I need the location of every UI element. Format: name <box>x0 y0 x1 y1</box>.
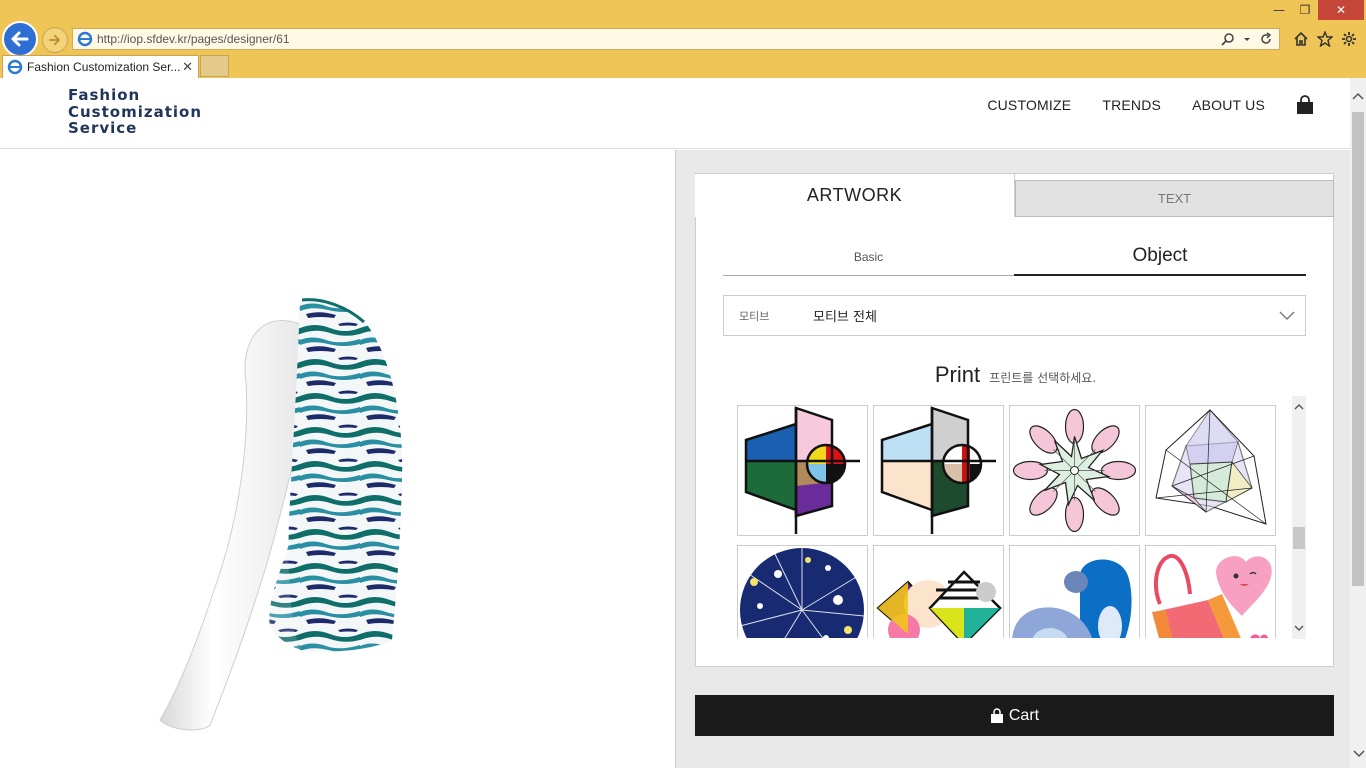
page-scroll-up-icon[interactable] <box>1352 92 1364 100</box>
print-thumbnail-6[interactable] <box>873 545 1004 638</box>
ie-favicon-icon <box>77 31 93 47</box>
designer-side-panel: ARTWORK TEXT Basic Object 모티브 모티브 전체 Pri… <box>675 150 1350 768</box>
print-thumbnail-1[interactable] <box>737 405 868 536</box>
print-thumbnail-grid <box>737 405 1277 638</box>
site-logo[interactable]: Fashion Customization Service <box>68 87 202 137</box>
print-thumbnail-5[interactable] <box>737 545 868 638</box>
print-thumbnail-3[interactable] <box>1009 405 1140 536</box>
print-thumbnail-2[interactable] <box>873 405 1004 536</box>
artwork-panel: ARTWORK TEXT Basic Object 모티브 모티브 전체 Pri… <box>695 173 1334 667</box>
scroll-up-arrow-icon[interactable] <box>1292 400 1306 414</box>
back-button[interactable] <box>2 21 38 57</box>
logo-line-1: Fashion <box>68 86 141 104</box>
garment-preview-image <box>159 298 403 731</box>
site-header: Fashion Customization Service CUSTOMIZE … <box>0 78 1350 149</box>
new-tab-button[interactable] <box>200 55 229 77</box>
tab-artwork[interactable]: ARTWORK <box>695 173 1015 217</box>
cart-button-label: Cart <box>1008 706 1040 724</box>
shopping-bag-icon <box>990 707 1003 723</box>
nav-trends[interactable]: TRENDS <box>1102 97 1161 113</box>
shopping-bag-icon[interactable] <box>1296 95 1314 115</box>
logo-line-2: Customization <box>68 102 203 121</box>
print-thumbnail-4[interactable] <box>1145 405 1276 536</box>
blue-abstract-print-icon <box>1012 559 1132 638</box>
page-scroll-down-icon[interactable] <box>1353 750 1365 758</box>
scroll-down-arrow-icon[interactable] <box>1292 621 1306 635</box>
home-icon[interactable] <box>1291 29 1311 49</box>
nav-about-us[interactable]: ABOUT US <box>1192 97 1265 113</box>
page-scrollbar[interactable] <box>1350 78 1366 768</box>
main-nav: CUSTOMIZE TRENDS ABOUT US <box>956 95 1314 115</box>
polyhedron-print-icon <box>1155 409 1267 525</box>
geometric-print-icon <box>744 406 860 534</box>
print-thumbnail-7[interactable] <box>1009 545 1140 638</box>
forward-button[interactable] <box>42 27 68 53</box>
print-title: Print <box>934 362 981 387</box>
motif-filter-select[interactable]: 모티브 모티브 전체 <box>723 295 1306 336</box>
arrow-right-icon <box>49 35 60 45</box>
logo-line-3: Service <box>68 119 138 137</box>
motif-filter-value[interactable]: 모티브 전체 <box>813 306 1279 325</box>
print-heading: Print 프린트를 선택하세요. <box>696 362 1335 388</box>
print-subtitle: 프린트를 선택하세요. <box>989 371 1097 385</box>
url-text[interactable]: http://iop.sfdev.kr/pages/designer/61 <box>97 32 1221 46</box>
title-bar: — ❐ ✕ <box>0 0 1366 22</box>
arrow-left-icon <box>11 31 29 47</box>
print-thumbnail-8[interactable] <box>1145 545 1276 638</box>
settings-gear-icon[interactable] <box>1339 29 1359 49</box>
geometric-pastel-print-icon <box>880 406 996 534</box>
close-window-button[interactable]: ✕ <box>1318 0 1364 20</box>
maximize-button[interactable]: ❐ <box>1292 0 1318 20</box>
tab-title: Fashion Customization Ser... <box>27 60 181 74</box>
ie-favicon-icon <box>7 59 23 75</box>
tab-strip: Fashion Customization Ser... ✕ <box>0 55 1366 78</box>
browser-chrome: — ❐ ✕ http://iop.sfdev.kr/pages/designer… <box>0 0 1366 78</box>
tab-text[interactable]: TEXT <box>1015 180 1334 217</box>
search-icon[interactable] <box>1221 32 1235 46</box>
address-bar[interactable]: http://iop.sfdev.kr/pages/designer/61 <box>72 28 1280 50</box>
heart-bag-print-icon <box>1152 553 1272 638</box>
nav-customize[interactable]: CUSTOMIZE <box>987 97 1071 113</box>
starburst-print-icon <box>739 548 865 638</box>
mandala-print-icon <box>1012 408 1137 533</box>
refresh-icon[interactable] <box>1259 32 1273 46</box>
dropdown-arrow-icon[interactable] <box>1243 32 1251 46</box>
browser-tab-active[interactable]: Fashion Customization Ser... ✕ <box>2 55 199 78</box>
cart-button[interactable]: Cart <box>695 695 1334 736</box>
print-grid-scrollbar[interactable] <box>1292 396 1306 639</box>
favorites-star-icon[interactable] <box>1315 29 1335 49</box>
motif-filter-label: 모티브 <box>739 309 770 323</box>
garment-3d-viewer[interactable] <box>0 150 675 768</box>
chevron-down-icon[interactable] <box>1279 311 1295 321</box>
subtab-object[interactable]: Object <box>1014 238 1306 276</box>
memphis-print-icon <box>876 570 1002 638</box>
web-page: Fashion Customization Service CUSTOMIZE … <box>0 78 1350 768</box>
minimize-button[interactable]: — <box>1266 0 1292 20</box>
artwork-subtabs: Basic Object <box>723 238 1306 276</box>
page-scroll-thumb[interactable] <box>1352 112 1364 586</box>
subtab-basic[interactable]: Basic <box>723 238 1014 276</box>
tab-close-icon[interactable]: ✕ <box>182 60 193 75</box>
scroll-thumb[interactable] <box>1293 527 1305 549</box>
